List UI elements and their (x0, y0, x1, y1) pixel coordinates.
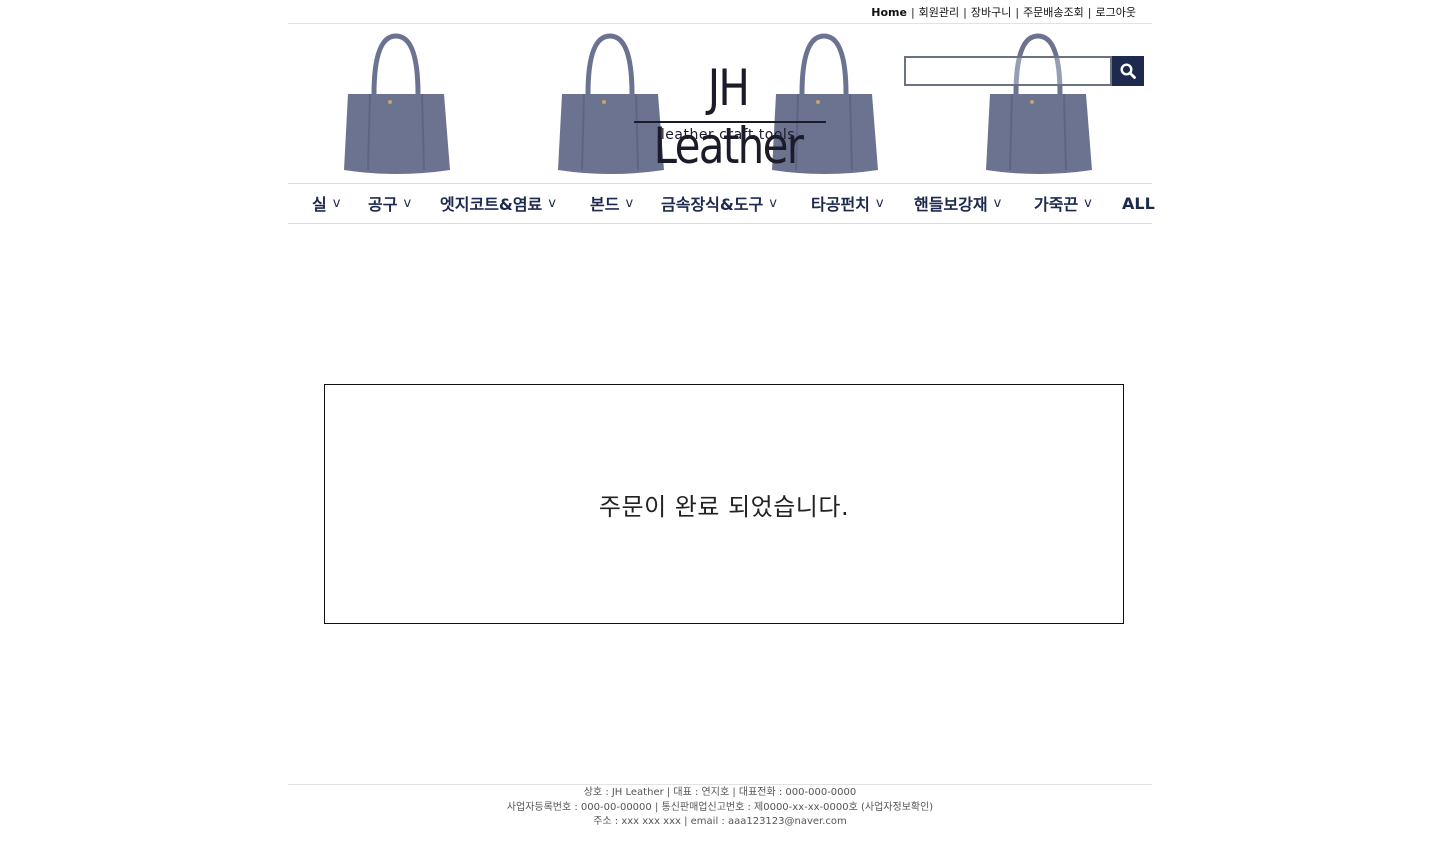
home-link[interactable]: Home (871, 6, 907, 19)
nav-item-label: 금속장식&도구 (661, 195, 764, 214)
nav-item-all[interactable]: ALL (1122, 190, 1155, 216)
nav-item-edge-coat[interactable]: 엣지코트&염료 v (440, 190, 556, 216)
nav-item-label: 엣지코트&염료 (440, 195, 543, 214)
nav-item-strap[interactable]: 가죽끈 v (1034, 190, 1092, 216)
nav-item-bond[interactable]: 본드 v (590, 190, 633, 216)
order-complete-box: 주문이 완료 되었습니다. (324, 384, 1124, 624)
chevron-down-icon: v (548, 195, 556, 211)
order-complete-message: 주문이 완료 되었습니다. (598, 492, 850, 521)
chevron-down-icon: v (875, 195, 884, 211)
search-icon (1120, 63, 1136, 79)
logo-title: JH Leather (653, 59, 804, 175)
nav-item-label: 실 (312, 195, 327, 214)
bag-image (986, 33, 1092, 174)
search-bar (904, 56, 1144, 86)
nav-item-label: 본드 (590, 195, 620, 214)
member-link[interactable]: 회원관리 (919, 4, 959, 20)
separator: | (963, 5, 967, 19)
search-input[interactable] (904, 56, 1112, 86)
chevron-down-icon: v (403, 195, 412, 211)
separator: | (910, 5, 915, 19)
separator: | (1087, 5, 1092, 19)
nav-item-label: 핸들보강재 (914, 195, 988, 214)
separator: | (1015, 5, 1020, 19)
chevron-down-icon: v (769, 195, 777, 211)
top-links: Home | 회원관리 | 장바구니 | 주문배송조회 | 로그아웃 (871, 4, 1136, 20)
logo-rule (634, 121, 826, 123)
divider (288, 223, 1152, 224)
logout-link[interactable]: 로그아웃 (1096, 4, 1136, 20)
footer-address: 주소 : xxx xxx xxx | email : aaa123123@nav… (593, 816, 847, 827)
logo-subtitle: leather craft tools (660, 127, 796, 143)
nav-item-tools[interactable]: 공구 v (368, 190, 411, 216)
search-button[interactable] (1112, 56, 1144, 86)
nav-item-punch[interactable]: 타공펀치 v (811, 190, 884, 216)
chevron-down-icon: v (1084, 195, 1092, 211)
header-banner: JH Leather leather craft tools (288, 24, 1152, 183)
order-tracking-link[interactable]: 주문배송조회 (1023, 4, 1084, 20)
site-logo[interactable]: JH Leather leather craft tools (618, 59, 838, 175)
divider (288, 784, 1152, 785)
footer: 상호 : JH Leather | 대표 : 연지호 | 대표전화 : 000-… (288, 786, 1152, 830)
category-nav: 실 v 공구 v 엣지코트&염료 v 본드 v 금속장식&도구 v 타공펀치 v… (288, 184, 1155, 223)
nav-item-metal[interactable]: 금속장식&도구 v (661, 190, 777, 216)
nav-item-label: 가죽끈 (1034, 195, 1079, 214)
nav-item-label: ALL (1122, 193, 1155, 213)
nav-item-thread[interactable]: 실 v (312, 190, 340, 216)
nav-item-label: 공구 (368, 195, 398, 214)
chevron-down-icon: v (993, 195, 1002, 211)
bag-image (344, 33, 450, 174)
chevron-down-icon: v (332, 195, 341, 211)
nav-item-label: 타공펀치 (811, 195, 870, 214)
footer-business-info: 사업자등록번호 : 000-00-00000 | 통신판매업신고번호 : 제00… (506, 801, 934, 813)
chevron-down-icon: v (625, 195, 634, 211)
nav-item-handle[interactable]: 핸들보강재 v (914, 190, 1001, 216)
cart-link[interactable]: 장바구니 (971, 4, 1011, 20)
footer-company-info: 상호 : JH Leather | 대표 : 연지호 | 대표전화 : 000-… (583, 787, 857, 798)
